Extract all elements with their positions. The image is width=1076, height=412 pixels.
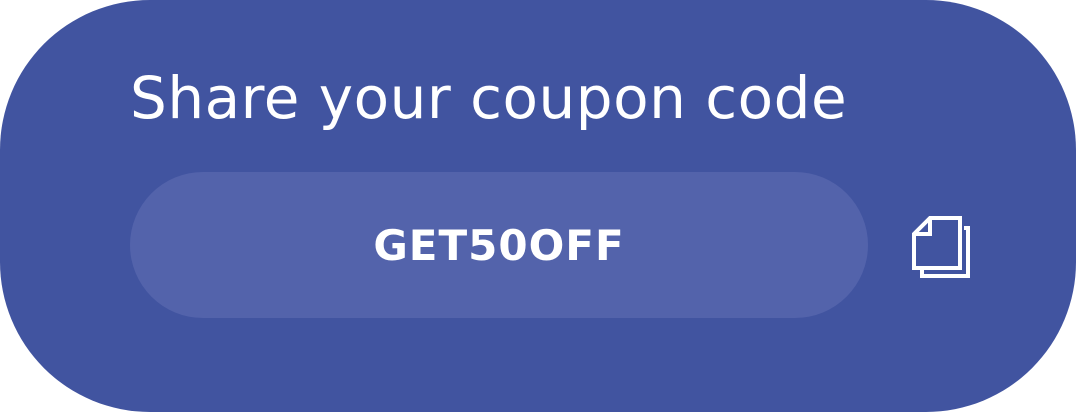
coupon-code-field[interactable]: GET50OFF — [130, 172, 868, 318]
copy-button[interactable] — [896, 200, 984, 290]
coupon-code-value[interactable]: GET50OFF — [373, 221, 624, 270]
coupon-share-card: Share your coupon code GET50OFF — [0, 0, 1076, 412]
copy-icon — [912, 216, 970, 278]
card-title: Share your coupon code — [130, 64, 848, 132]
